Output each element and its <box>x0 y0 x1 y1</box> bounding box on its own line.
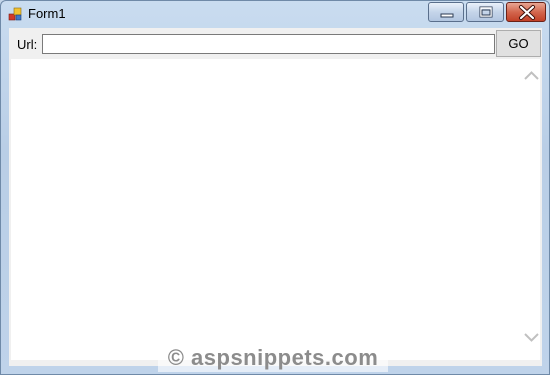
url-label: Url: <box>17 37 38 52</box>
form-client-area: Url: GO <box>9 28 542 366</box>
app-icon[interactable] <box>8 6 24 22</box>
vertical-scrollbar[interactable] <box>523 59 540 360</box>
maximize-button[interactable] <box>466 2 504 22</box>
chevron-down-icon[interactable] <box>523 331 540 343</box>
url-input[interactable] <box>42 34 495 54</box>
chevron-up-icon[interactable] <box>523 69 540 81</box>
minimize-button[interactable] <box>428 2 464 22</box>
window-title: Form1 <box>28 6 66 21</box>
close-icon <box>519 5 535 20</box>
app-window: Form1 Url: GO <box>0 0 550 375</box>
watermark: © aspsnippets.com <box>158 344 388 372</box>
web-browser-view[interactable] <box>11 59 540 360</box>
title-bar[interactable]: Form1 <box>1 1 549 27</box>
close-button[interactable] <box>506 2 546 22</box>
maximize-icon <box>479 6 493 18</box>
minimize-icon <box>440 13 454 18</box>
go-button[interactable]: GO <box>496 30 541 57</box>
